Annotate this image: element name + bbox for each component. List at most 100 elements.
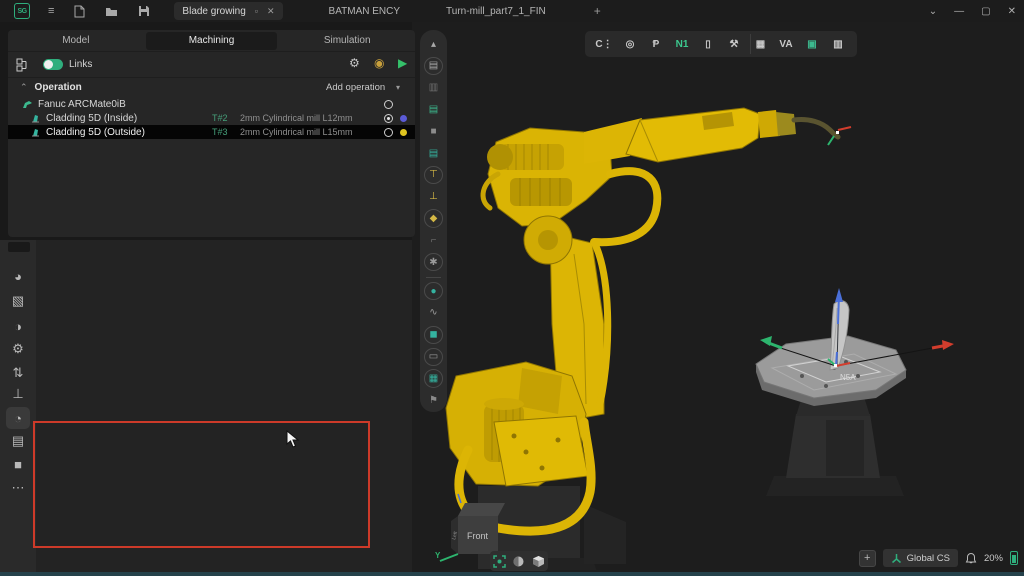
radio-button-selected[interactable]: [384, 114, 393, 123]
cs-triad-icon: [891, 553, 902, 564]
tools-icon[interactable]: ⚒: [724, 34, 744, 54]
mesh-icon[interactable]: ▦: [424, 369, 443, 387]
parameter-page-icon-3[interactable]: ⚙: [6, 338, 30, 360]
notifications-bell-icon[interactable]: [965, 552, 977, 565]
window-minimize-icon[interactable]: —: [954, 6, 964, 17]
surface-icon[interactable]: ◼: [424, 326, 443, 344]
new-file-icon[interactable]: [74, 5, 85, 18]
parameter-page-icon-0[interactable]: ◕: [6, 265, 30, 287]
radio-button[interactable]: [384, 100, 393, 109]
tab-model[interactable]: Model: [10, 32, 142, 50]
operation-name: Cladding 5D (Inside): [46, 113, 137, 124]
cs-label: N5A: [840, 373, 856, 382]
collapse-up-icon[interactable]: ▴: [423, 34, 444, 54]
run-simulation-icon[interactable]: ▶: [398, 56, 407, 70]
parameter-page-icon-6[interactable]: ◔: [6, 407, 30, 429]
tree-row-cladding-outside-selected[interactable]: Cladding 5D (Outside) T#3 2mm Cylindrica…: [8, 125, 415, 139]
calculator-icon[interactable]: ▦: [750, 34, 770, 54]
statistics-icon[interactable]: ▥: [828, 34, 848, 54]
tree-row-robot[interactable]: Fanuc ARCMate0iB: [8, 97, 415, 111]
tab-label: Blade growing: [182, 6, 245, 17]
curve-icon[interactable]: ∿: [423, 303, 444, 323]
tool-holder-icon[interactable]: ⊤: [424, 166, 443, 184]
nc-program-icon[interactable]: N1: [672, 34, 692, 54]
parameter-pages-strip: ◕ ▧ ◑⚙⇅⊥◔▤■⋯: [0, 240, 36, 572]
record-icon[interactable]: ◉: [374, 56, 384, 70]
collapse-chevron-icon[interactable]: ⌃: [20, 82, 28, 93]
machine-teal-icon[interactable]: ▤: [423, 143, 444, 163]
parameter-page-icon-8[interactable]: ■: [6, 453, 30, 475]
document-tab[interactable]: BATMAN ENCY: [329, 6, 401, 17]
window-collapse-icon[interactable]: ⌄: [929, 6, 937, 17]
tool-screw-icon[interactable]: ⊥: [423, 187, 444, 207]
document-tab[interactable]: Turn-mill_part7_1_FIN: [446, 6, 546, 17]
toolbar-separator: [426, 277, 441, 278]
gauge-tool-icon[interactable]: ◎: [620, 34, 640, 54]
tab-simulation[interactable]: Simulation: [281, 32, 413, 50]
panel-tool-icon[interactable]: ▯: [698, 34, 718, 54]
strip-handle: [8, 242, 30, 252]
tab-restore-icon[interactable]: ▫: [255, 6, 258, 16]
links-toggle[interactable]: [43, 59, 63, 70]
hierarchy-icon[interactable]: [16, 58, 31, 72]
parameter-page-icon-5[interactable]: ⊥: [6, 383, 30, 405]
flag-icon[interactable]: ⚑: [423, 390, 444, 410]
view-cube-icon[interactable]: [532, 555, 545, 568]
links-row: Links ⚙ ◉ ▶: [8, 52, 415, 78]
shading-sphere-icon[interactable]: [512, 555, 525, 568]
machine-dim-icon[interactable]: ▥: [423, 78, 444, 98]
model-side-toolbar: ▴▤▥▤■▤⊤⊥◆⌐✱●∿◼▭▦⚑: [420, 30, 447, 412]
machine-green-icon[interactable]: ▤: [423, 99, 444, 119]
machine-view-icon[interactable]: ▣: [802, 34, 822, 54]
variables-icon[interactable]: VA: [776, 34, 796, 54]
global-cs-button[interactable]: Global CS: [883, 549, 958, 567]
parameter-page-icon-7[interactable]: ▤: [6, 430, 30, 452]
point-icon[interactable]: ●: [424, 282, 443, 300]
window-close-icon[interactable]: ✕: [1008, 6, 1016, 17]
new-tab-button[interactable]: +: [594, 4, 601, 18]
add-operation-chevron-icon[interactable]: ▾: [396, 83, 400, 92]
origin-icon[interactable]: ✱: [424, 253, 443, 271]
window-maximize-icon[interactable]: ▢: [981, 6, 990, 17]
tool-description: 2mm Cylindrical mill L15mm: [240, 127, 353, 137]
sheet-icon[interactable]: ▭: [424, 348, 443, 366]
document-tab-active[interactable]: Blade growing ▫ ✕: [174, 2, 282, 20]
tool-number: T#2: [212, 113, 228, 123]
viewport-toolbar: C⋮ ◎ Ᵽ N1 ▯ ⚒ ▦ VA ▣ ▥: [585, 31, 857, 57]
probe-tool-icon[interactable]: Ᵽ: [646, 34, 666, 54]
parameter-page-icon-1[interactable]: ▧: [6, 290, 30, 312]
highlight-rectangle: [33, 421, 370, 548]
add-operation-button[interactable]: Add operation: [326, 82, 385, 93]
machine-setup-icon[interactable]: ▤: [424, 57, 443, 75]
main-menu-icon[interactable]: ≡: [48, 0, 54, 22]
zoom-level: 20%: [984, 553, 1003, 564]
tab-machining[interactable]: Machining: [146, 32, 278, 50]
performance-gauge-icon: [1010, 551, 1018, 565]
welding-torch: [794, 119, 838, 137]
operation-section-header: ⌃ Operation Add operation ▾: [8, 78, 415, 97]
parameter-page-icon-9[interactable]: ⋯: [6, 477, 30, 499]
tool-number: T#3: [212, 127, 228, 137]
open-folder-icon[interactable]: [105, 6, 118, 17]
tab-close-icon[interactable]: ✕: [267, 6, 275, 17]
color-dot[interactable]: [400, 115, 407, 122]
3d-scene[interactable]: N5A Front Left X Y: [434, 24, 1024, 570]
svg-text:Front: Front: [467, 531, 489, 541]
links-label: Links: [69, 59, 92, 70]
add-cs-button[interactable]: +: [859, 550, 876, 567]
radio-button[interactable]: [384, 128, 393, 137]
fit-view-icon[interactable]: [493, 555, 506, 568]
operation-settings-icon[interactable]: ⚙: [349, 56, 360, 70]
tree-row-cladding-inside[interactable]: Cladding 5D (Inside) T#2 2mm Cylindrical…: [8, 111, 415, 125]
table-base: [766, 476, 904, 496]
parameter-page-icon-4[interactable]: ⇅: [6, 362, 30, 384]
svg-text:Y: Y: [435, 551, 441, 560]
magnet-tool-icon[interactable]: C⋮: [594, 34, 614, 54]
title-bar: SG ≡ Blade growing ▫ ✕ BATMAN ENCY Turn-…: [0, 0, 1024, 22]
workpiece-icon[interactable]: ■: [423, 121, 444, 141]
save-icon[interactable]: [138, 5, 150, 17]
tool-assembly-icon[interactable]: ◆: [424, 209, 443, 227]
parameter-page-icon-2[interactable]: ◑: [6, 315, 30, 337]
color-dot[interactable]: [400, 129, 407, 136]
fixture-icon[interactable]: ⌐: [423, 230, 444, 250]
